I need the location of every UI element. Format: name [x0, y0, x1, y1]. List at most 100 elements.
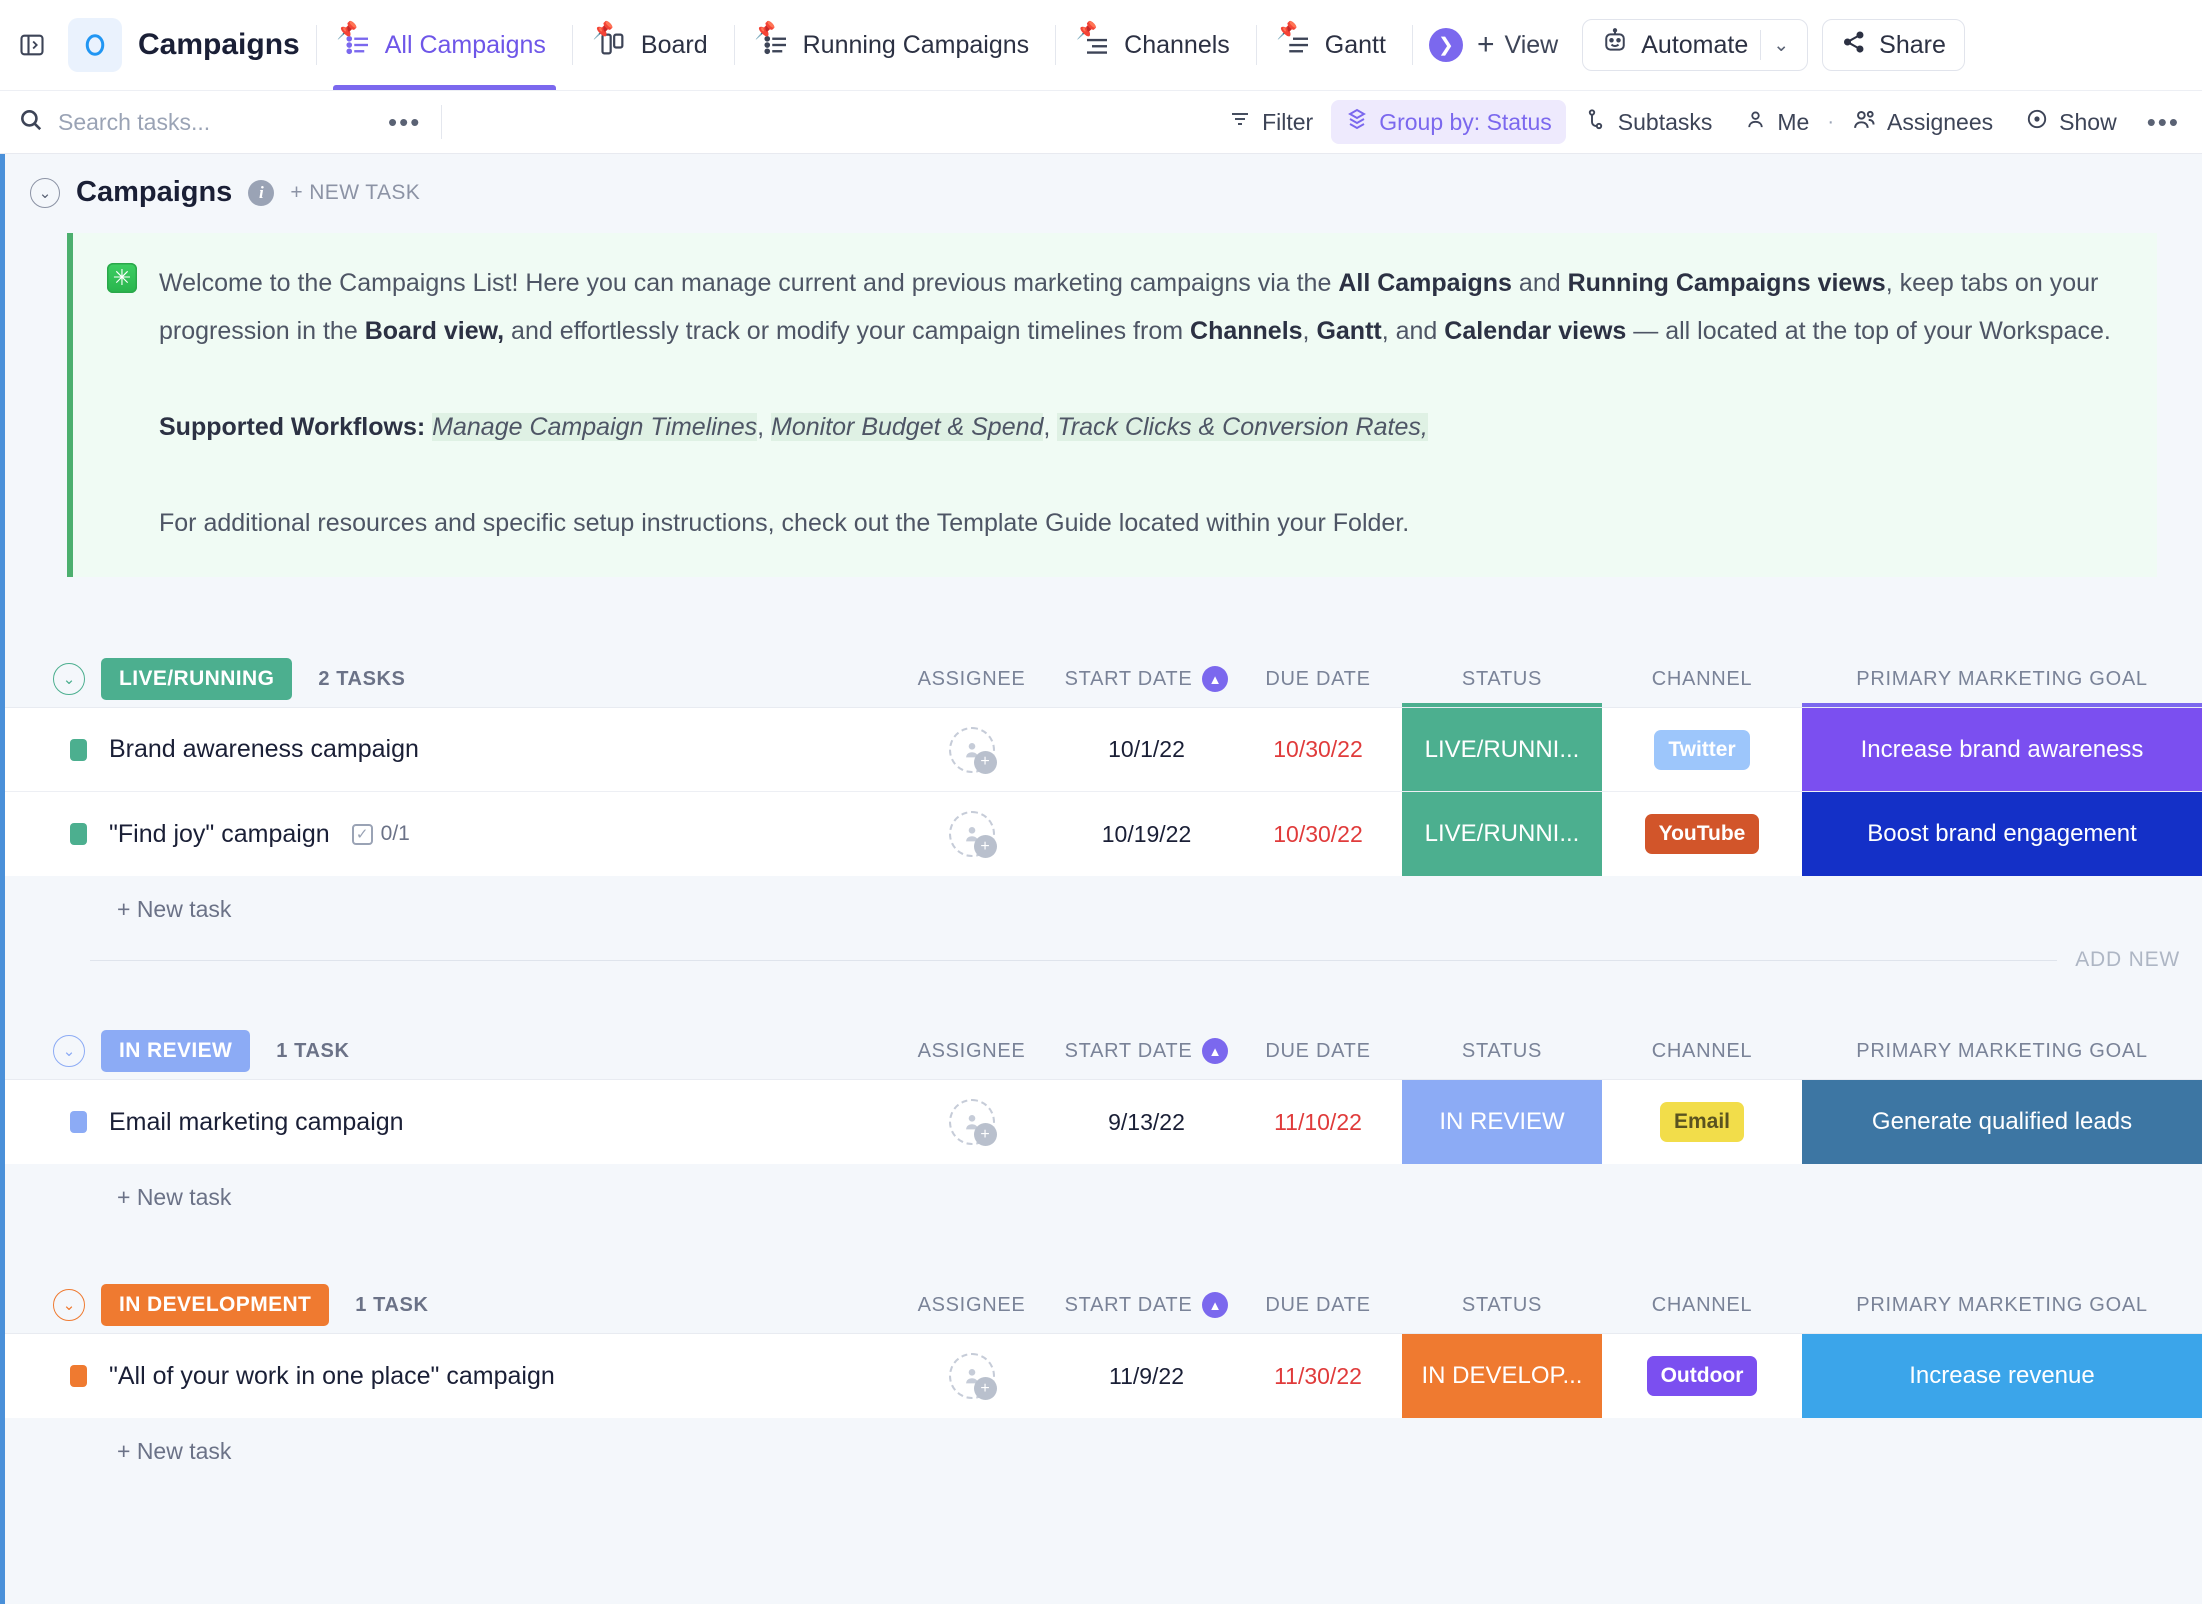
column-channel[interactable]: CHANNEL — [1602, 1277, 1802, 1333]
avatar-placeholder-icon[interactable]: + — [948, 1099, 997, 1146]
add-assignee-icon[interactable]: + — [973, 1123, 997, 1146]
goal-cell[interactable]: Boost brand engagement — [1802, 792, 2202, 876]
status-cell[interactable]: LIVE/RUNNI... — [1402, 708, 1602, 791]
info-icon[interactable]: i — [248, 179, 275, 206]
channel-tag[interactable]: Twitter — [1654, 729, 1750, 770]
column-goal[interactable]: PRIMARY MARKETING GOAL — [1802, 1023, 2202, 1079]
goal-cell[interactable]: Increase revenue — [1802, 1334, 2202, 1418]
tab-all-campaigns[interactable]: 📌 All Campaigns — [332, 0, 557, 90]
chevron-down-icon[interactable]: ⌄ — [1773, 34, 1789, 57]
channel-tag[interactable]: Outdoor — [1646, 1356, 1758, 1396]
search-more-icon[interactable]: ••• — [388, 109, 421, 135]
table-row[interactable]: "All of your work in one place" campaign… — [5, 1334, 2202, 1418]
task-name-cell[interactable]: Brand awareness campaign — [5, 708, 884, 791]
chevron-down-circle-icon[interactable]: ⌄ — [30, 177, 60, 208]
column-channel[interactable]: CHANNEL — [1602, 1023, 1802, 1079]
table-row[interactable]: Brand awareness campaign + 10/1/22 10/30… — [5, 708, 2202, 792]
automate-button[interactable]: Automate ⌄ — [1582, 19, 1809, 71]
avatar-placeholder-icon[interactable]: + — [948, 811, 997, 858]
goal-cell[interactable]: Generate qualified leads — [1802, 1080, 2202, 1164]
status-cell[interactable]: IN DEVELOP... — [1402, 1334, 1602, 1418]
channel-cell[interactable]: Outdoor — [1602, 1334, 1802, 1418]
status-badge[interactable]: LIVE/RUNNING — [101, 658, 293, 700]
add-assignee-icon[interactable]: + — [973, 1377, 997, 1400]
due-date-cell[interactable]: 11/10/22 — [1234, 1080, 1402, 1164]
column-channel[interactable]: CHANNEL — [1602, 651, 1802, 707]
channel-tag[interactable]: YouTube — [1644, 814, 1760, 854]
column-goal[interactable]: PRIMARY MARKETING GOAL — [1802, 1277, 2202, 1333]
table-row[interactable]: Email marketing campaign + 9/13/22 11/10… — [5, 1080, 2202, 1164]
subtasks-button[interactable]: Subtasks — [1570, 100, 1727, 144]
subtask-progress[interactable]: ✓ 0/1 — [351, 822, 410, 846]
assignee-cell[interactable]: + — [884, 1334, 1059, 1418]
avatar-placeholder-icon[interactable]: + — [948, 726, 997, 774]
column-status[interactable]: STATUS — [1402, 1277, 1602, 1333]
column-assignee[interactable]: ASSIGNEE — [884, 1023, 1059, 1079]
me-button[interactable]: Me — [1730, 101, 1823, 144]
goal-cell[interactable]: Increase brand awareness — [1802, 708, 2202, 791]
tab-channels[interactable]: 📌 Channels — [1072, 0, 1240, 90]
column-status[interactable]: STATUS — [1402, 651, 1602, 707]
table-row[interactable]: "Find joy" campaign ✓ 0/1 + 10/19/22 10/… — [5, 792, 2202, 876]
chevron-right-circle-icon[interactable]: ❯ — [1428, 28, 1463, 62]
tab-running-campaigns[interactable]: 📌 Running Campaigns — [751, 0, 1040, 90]
chevron-down-circle-icon[interactable]: ⌄ — [53, 663, 85, 695]
start-date-cell[interactable]: 11/9/22 — [1059, 1334, 1234, 1418]
status-badge[interactable]: IN DEVELOPMENT — [101, 1284, 330, 1326]
status-cell[interactable]: IN REVIEW — [1402, 1080, 1602, 1164]
avatar-placeholder-icon[interactable]: + — [948, 1353, 997, 1400]
column-status[interactable]: STATUS — [1402, 1023, 1602, 1079]
new-task-button[interactable]: + New task — [5, 1164, 2202, 1231]
chevron-down-circle-icon[interactable]: ⌄ — [53, 1035, 85, 1067]
new-task-button[interactable]: + New task — [5, 1418, 2202, 1485]
share-button[interactable]: Share — [1822, 19, 1965, 71]
list-circle-icon[interactable] — [68, 18, 122, 72]
channel-cell[interactable]: Twitter — [1602, 708, 1802, 791]
start-date-cell[interactable]: 9/13/22 — [1059, 1080, 1234, 1164]
task-name-cell[interactable]: Email marketing campaign — [5, 1080, 884, 1164]
add-assignee-icon[interactable]: + — [973, 835, 997, 858]
filter-button[interactable]: Filter — [1214, 100, 1327, 144]
channel-cell[interactable]: Email — [1602, 1080, 1802, 1164]
column-start-date[interactable]: START DATE ▲ — [1059, 1023, 1234, 1079]
column-due-date[interactable]: DUE DATE — [1234, 1023, 1402, 1079]
new-task-button[interactable]: + New task — [5, 876, 2202, 943]
sort-ascending-icon[interactable]: ▲ — [1202, 666, 1229, 692]
column-assignee[interactable]: ASSIGNEE — [884, 651, 1059, 707]
new-task-link[interactable]: + NEW TASK — [290, 181, 420, 205]
start-date-cell[interactable]: 10/19/22 — [1059, 792, 1234, 876]
toolbar-overflow-icon[interactable]: ••• — [2147, 109, 2180, 135]
due-date-cell[interactable]: 10/30/22 — [1234, 792, 1402, 876]
group-by-button[interactable]: Group by: Status — [1331, 100, 1566, 144]
sort-ascending-icon[interactable]: ▲ — [1202, 1038, 1229, 1064]
task-name-cell[interactable]: "All of your work in one place" campaign — [5, 1334, 884, 1418]
tab-gantt[interactable]: 📌 Gantt — [1273, 0, 1396, 90]
add-new-label[interactable]: ADD NEW — [2075, 948, 2180, 972]
sort-ascending-icon[interactable]: ▲ — [1202, 1292, 1229, 1318]
chevron-down-circle-icon[interactable]: ⌄ — [53, 1289, 85, 1321]
add-new-column-bar[interactable]: ADD NEW — [5, 943, 2202, 977]
status-cell[interactable]: LIVE/RUNNI... — [1402, 792, 1602, 876]
search-box[interactable] — [18, 107, 388, 138]
channel-tag[interactable]: Email — [1659, 1102, 1745, 1142]
add-assignee-icon[interactable]: + — [973, 750, 997, 774]
column-due-date[interactable]: DUE DATE — [1234, 1277, 1402, 1333]
due-date-cell[interactable]: 10/30/22 — [1234, 708, 1402, 791]
due-date-cell[interactable]: 11/30/22 — [1234, 1334, 1402, 1418]
status-badge[interactable]: IN REVIEW — [101, 1030, 251, 1072]
panel-expand-icon[interactable] — [10, 23, 54, 67]
assignee-cell[interactable]: + — [884, 708, 1059, 791]
column-due-date[interactable]: DUE DATE — [1234, 651, 1402, 707]
column-goal[interactable]: PRIMARY MARKETING GOAL — [1802, 651, 2202, 707]
column-start-date[interactable]: START DATE ▲ — [1059, 1277, 1234, 1333]
channel-cell[interactable]: YouTube — [1602, 792, 1802, 876]
add-view-button[interactable]: + View — [1463, 30, 1572, 60]
column-assignee[interactable]: ASSIGNEE — [884, 1277, 1059, 1333]
assignee-cell[interactable]: + — [884, 1080, 1059, 1164]
show-button[interactable]: Show — [2011, 100, 2131, 144]
start-date-cell[interactable]: 10/1/22 — [1059, 708, 1234, 791]
column-start-date[interactable]: START DATE ▲ — [1059, 651, 1234, 707]
tab-board[interactable]: 📌 Board — [589, 0, 718, 90]
search-input[interactable] — [58, 108, 388, 136]
assignees-button[interactable]: Assignees — [1838, 100, 2007, 145]
